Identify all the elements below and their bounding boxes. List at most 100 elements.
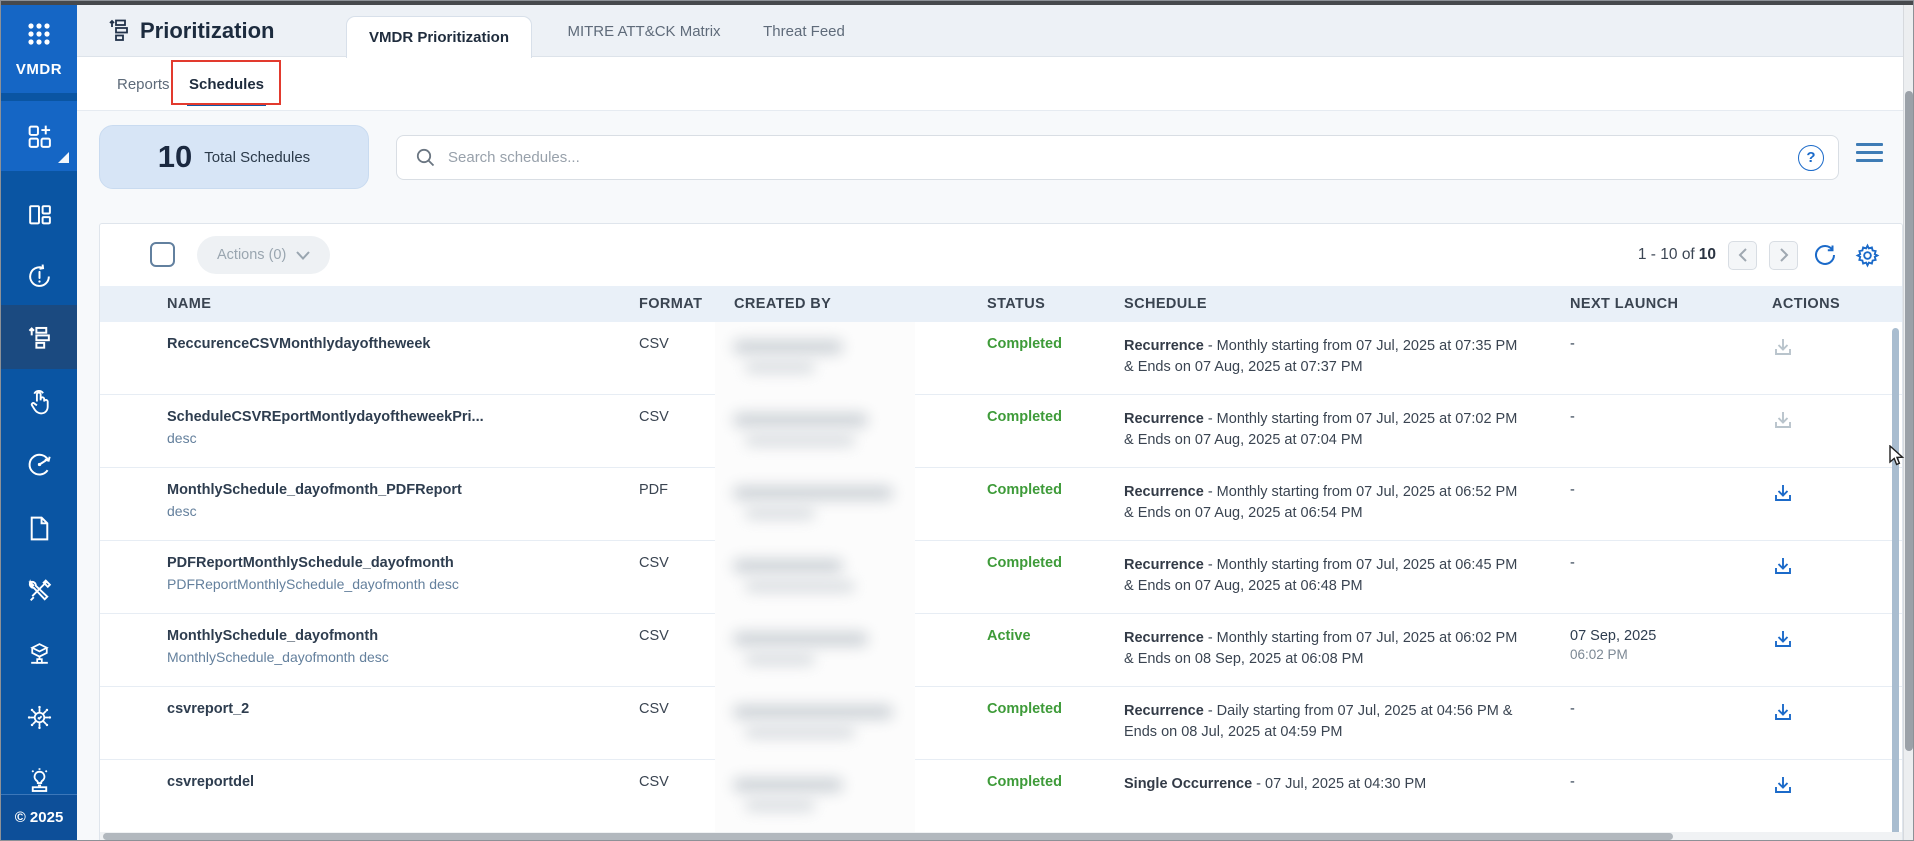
window-top-edge <box>1 1 1913 5</box>
download-icon[interactable] <box>1772 492 1794 508</box>
table-vertical-scrollbar[interactable] <box>1892 328 1899 841</box>
content-area: 10 Total Schedules ? Actions (0) <box>77 111 1903 840</box>
table-horizontal-scrollbar[interactable] <box>103 833 1673 840</box>
column-header-next-launch[interactable]: NEXT LAUNCH <box>1570 296 1752 312</box>
menu-icon[interactable] <box>1856 143 1883 167</box>
select-all-checkbox[interactable] <box>150 242 175 267</box>
download-icon[interactable] <box>1772 711 1794 727</box>
next-launch-cell: - <box>1570 541 1752 613</box>
status-cell: Completed <box>987 395 1124 467</box>
schedule-name: csvreportdel <box>167 774 639 790</box>
prev-page-button[interactable] <box>1728 241 1757 270</box>
subtab-reports[interactable]: Reports <box>117 57 170 111</box>
table-row[interactable]: ScheduleCSVREportMontlydayoftheweekPri..… <box>100 395 1902 468</box>
schedule-cell: Recurrence - Monthly starting from 07 Ju… <box>1124 614 1570 686</box>
schedule-name-cell[interactable]: PDFReportMonthlySchedule_dayofmonth PDFR… <box>100 541 639 613</box>
sidebar: VMDR © 2025 <box>1 5 77 840</box>
tab-mitre-attck-matrix[interactable]: MITRE ATT&CK Matrix <box>549 5 739 57</box>
schedule-name: MonthlySchedule_dayofmonth_PDFReport <box>167 482 639 498</box>
sidebar-item-tools[interactable] <box>1 560 77 622</box>
total-schedules-card[interactable]: 10 Total Schedules <box>99 125 369 189</box>
schedule-name-cell[interactable]: csvreport_2 <box>100 687 639 759</box>
schedule-description: MonthlySchedule_dayofmonth desc <box>167 649 639 665</box>
status-cell: Completed <box>987 322 1124 394</box>
sidebar-item-dashboards[interactable] <box>1 183 77 245</box>
app-switcher[interactable]: VMDR <box>1 5 77 93</box>
tab-threat-feed[interactable]: Threat Feed <box>749 5 859 57</box>
download-icon[interactable] <box>1772 638 1794 654</box>
sidebar-item-gauge[interactable] <box>1 433 77 495</box>
help-icon[interactable]: ? <box>1798 145 1824 171</box>
vmdr-app-window: VMDR © 2025 Prioritization VMDR Prioriti… <box>0 0 1914 841</box>
schedule-name-cell[interactable]: ReccurenceCSVMonthlydayoftheweek <box>100 322 639 394</box>
sidebar-item-modules-add[interactable] <box>1 101 77 171</box>
dashboards-icon <box>26 201 53 228</box>
active-subtab-underline <box>187 103 266 106</box>
schedule-name: csvreport_2 <box>167 701 639 717</box>
tools-icon <box>26 578 53 605</box>
document-icon <box>26 515 53 542</box>
page-title: Prioritization <box>140 18 274 44</box>
schedule-name-cell[interactable]: csvreportdel <box>100 760 639 832</box>
column-header-created-by[interactable]: CREATED BY <box>734 296 987 312</box>
schedule-cell: Recurrence - Monthly starting from 07 Ju… <box>1124 395 1570 467</box>
copyright-label: © 2025 <box>1 794 77 840</box>
table-row[interactable]: MonthlySchedule_dayofmonth_PDFReport des… <box>100 468 1902 541</box>
actions-button[interactable]: Actions (0) <box>197 236 330 274</box>
schedule-name-cell[interactable]: ScheduleCSVREportMontlydayoftheweekPri..… <box>100 395 639 467</box>
search-bar[interactable]: ? <box>396 135 1839 180</box>
schedule-name-cell[interactable]: MonthlySchedule_dayofmonth_PDFReport des… <box>100 468 639 540</box>
status-cell: Completed <box>987 468 1124 540</box>
sidebar-item-asset-network[interactable] <box>1 623 77 685</box>
column-header-actions[interactable]: ACTIONS <box>1752 296 1862 312</box>
schedules-table-card: Actions (0) 1 - 10 of10 <box>99 223 1903 841</box>
table-row[interactable]: MonthlySchedule_dayofmonth MonthlySchedu… <box>100 614 1902 687</box>
header-strip: Prioritization VMDR Prioritization MITRE… <box>77 5 1903 57</box>
download-icon[interactable] <box>1772 419 1794 435</box>
column-header-format[interactable]: FORMAT <box>639 296 734 312</box>
tab-vmdr-prioritization[interactable]: VMDR Prioritization <box>346 16 532 58</box>
column-header-name[interactable]: NAME <box>100 296 639 312</box>
table-row[interactable]: ReccurenceCSVMonthlydayoftheweek CSV Com… <box>100 322 1902 395</box>
next-page-button[interactable] <box>1769 241 1798 270</box>
schedule-cell: Recurrence - Monthly starting from 07 Ju… <box>1124 541 1570 613</box>
table-body: ReccurenceCSVMonthlydayoftheweek CSV Com… <box>100 322 1902 841</box>
threat-hub-icon <box>26 704 53 731</box>
pagination: 1 - 10 of10 <box>1638 236 1882 274</box>
status-badge: Completed <box>987 701 1062 717</box>
sidebar-item-prioritization[interactable] <box>1 305 77 369</box>
sidebar-item-threat-hub[interactable] <box>1 686 77 748</box>
pagination-range: 1 - 10 of10 <box>1638 246 1716 264</box>
column-header-status[interactable]: STATUS <box>987 296 1124 312</box>
download-icon[interactable] <box>1772 346 1794 362</box>
next-launch-cell: - <box>1570 760 1752 832</box>
gauge-icon <box>26 451 53 478</box>
download-icon[interactable] <box>1772 565 1794 581</box>
window-scrollbar[interactable] <box>1905 91 1913 751</box>
status-badge: Completed <box>987 336 1062 352</box>
table-row[interactable]: csvreport_2 CSV Completed Recurrence - D… <box>100 687 1902 760</box>
schedule-cell: Recurrence - Daily starting from 07 Jul,… <box>1124 687 1570 759</box>
sidebar-item-response-hand[interactable] <box>1 371 77 433</box>
column-header-schedule[interactable]: SCHEDULE <box>1124 294 1570 315</box>
search-input[interactable] <box>448 149 1798 166</box>
sidebar-item-history-alert[interactable] <box>1 245 77 307</box>
subtab-bar: Reports Schedules <box>77 57 1903 111</box>
refresh-icon[interactable] <box>1810 240 1840 270</box>
idea-icon <box>26 767 53 794</box>
sidebar-item-document[interactable] <box>1 497 77 559</box>
asset-network-icon <box>26 641 53 668</box>
subtab-schedules-label: Schedules <box>189 76 264 93</box>
schedule-name-cell[interactable]: MonthlySchedule_dayofmonth MonthlySchedu… <box>100 614 639 686</box>
prioritization-icon <box>26 324 53 351</box>
apps-grid-icon[interactable] <box>24 19 54 49</box>
subtab-schedules[interactable]: Schedules <box>177 57 276 111</box>
status-cell: Completed <box>987 541 1124 613</box>
settings-gear-icon[interactable] <box>1852 240 1882 270</box>
table-row[interactable]: PDFReportMonthlySchedule_dayofmonth PDFR… <box>100 541 1902 614</box>
vmdr-logo-label: VMDR <box>1 61 77 78</box>
actions-cell <box>1752 322 1862 394</box>
download-icon[interactable] <box>1772 784 1794 800</box>
table-row[interactable]: csvreportdel CSV Completed Single Occurr… <box>100 760 1902 833</box>
next-launch-cell: - <box>1570 395 1752 467</box>
